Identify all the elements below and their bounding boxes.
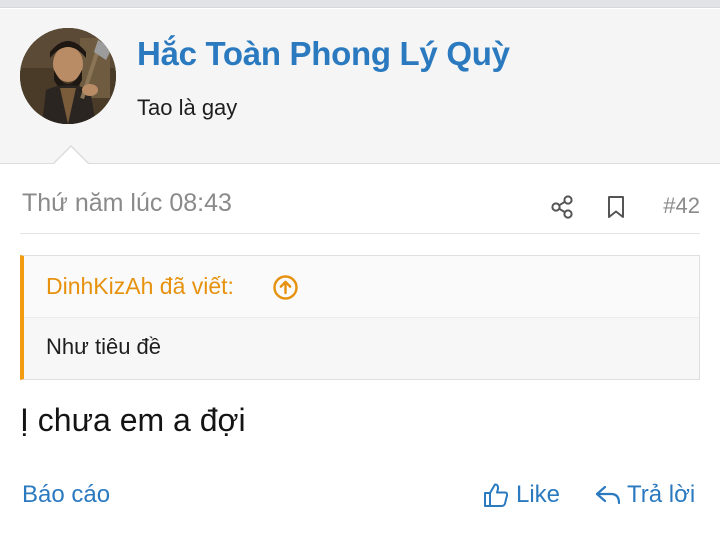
post-message: Ị chưa em a đợi [20,402,246,438]
share-icon[interactable] [549,194,575,220]
avatar[interactable] [20,28,116,124]
top-divider-strip [0,0,720,8]
post-number[interactable]: #42 [663,193,700,219]
quote-text: Như tiêu đề [46,334,162,359]
arrow-up-circle-icon[interactable] [272,274,299,301]
reply-arrow-icon [595,485,621,505]
bookmark-icon[interactable] [603,194,629,220]
report-link[interactable]: Báo cáo [22,481,110,509]
header-caret-pointer-fill [54,147,88,164]
author-user-title: Tao là gay [137,95,238,120]
quote-author-link[interactable]: DinhKizAh đã viết: [46,273,234,300]
post-meta-bar: Thứ năm lúc 08:43 #42 [20,176,700,234]
like-label: Like [516,481,561,508]
thumbs-up-icon [484,483,509,507]
post-author-header: Hắc Toàn Phong Lý Quỳ Tao là gay [0,9,720,164]
reply-label: Trả lời [627,481,696,508]
author-name[interactable]: Hắc Toàn Phong Lý Quỳ [137,35,510,73]
avatar-image [20,28,116,124]
quote-block: DinhKizAh đã viết: Như tiêu đề [20,255,700,380]
quote-header: DinhKizAh đã viết: [24,256,699,318]
post-date[interactable]: Thứ năm lúc 08:43 [22,189,232,218]
